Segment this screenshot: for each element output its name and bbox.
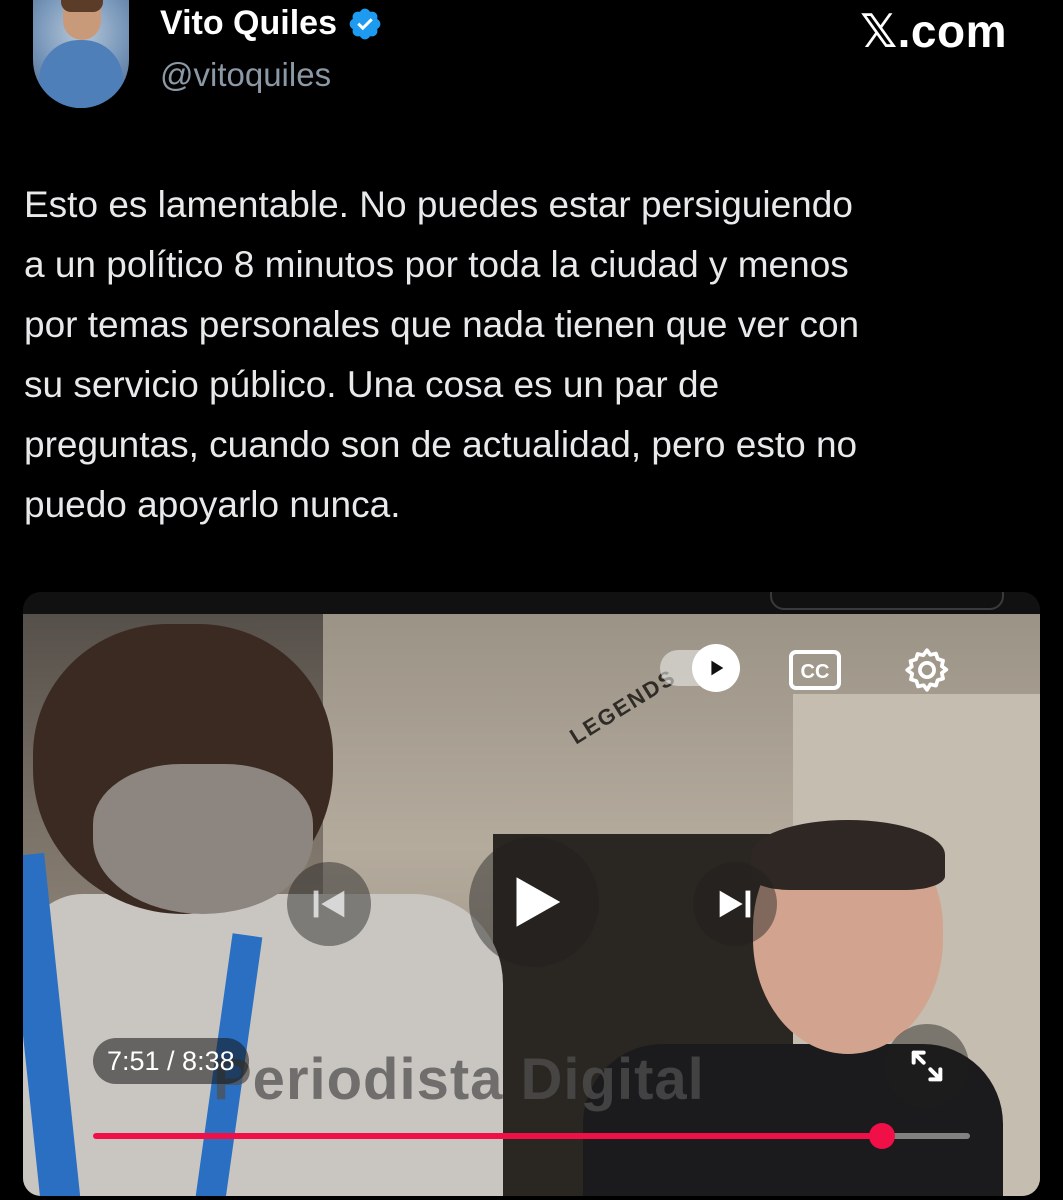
person-left-hoodie <box>23 894 503 1196</box>
captions-button[interactable]: CC <box>785 646 845 694</box>
skip-previous-icon <box>313 890 345 918</box>
video-time-display: 7:51 / 8:38 <box>93 1038 249 1084</box>
settings-button[interactable] <box>899 642 955 698</box>
previous-button[interactable] <box>287 862 371 946</box>
display-name[interactable]: Vito Quiles <box>160 4 337 43</box>
video-player[interactable]: LEGENDS Periodista Digital CC 7:51 / 8:3… <box>23 592 1040 1196</box>
avatar-shirt <box>39 40 123 108</box>
avatar[interactable] <box>33 0 129 108</box>
x-brand-logo: 𝕏.com <box>860 5 1007 57</box>
video-top-pill <box>770 592 1004 610</box>
play-small-icon <box>711 660 724 676</box>
skip-next-icon <box>719 890 751 918</box>
autoplay-toggle-icon[interactable] <box>692 644 740 692</box>
video-watermark: Periodista Digital <box>213 1047 705 1112</box>
video-progress-fill <box>93 1133 883 1139</box>
cc-label: CC <box>801 661 830 683</box>
gear-icon <box>905 648 949 692</box>
author-name-row: Vito Quiles <box>160 4 383 43</box>
play-icon <box>516 877 561 927</box>
fullscreen-icon <box>911 1050 943 1082</box>
person-left-beard <box>93 764 313 914</box>
play-button[interactable] <box>469 837 599 967</box>
video-top-bar <box>23 592 1040 614</box>
tweet-text: Esto es lamentable. No puedes estar pers… <box>24 184 860 525</box>
author-handle[interactable]: @vitoquiles <box>160 56 331 94</box>
verified-badge-icon <box>349 8 381 39</box>
avatar-hair <box>61 0 103 12</box>
person-right <box>583 820 1003 1196</box>
video-progress-bar[interactable] <box>93 1123 970 1149</box>
next-button[interactable] <box>693 862 777 946</box>
person-right-hair <box>751 820 945 890</box>
fullscreen-button[interactable] <box>885 1024 969 1108</box>
cc-icon: CC <box>789 650 841 690</box>
